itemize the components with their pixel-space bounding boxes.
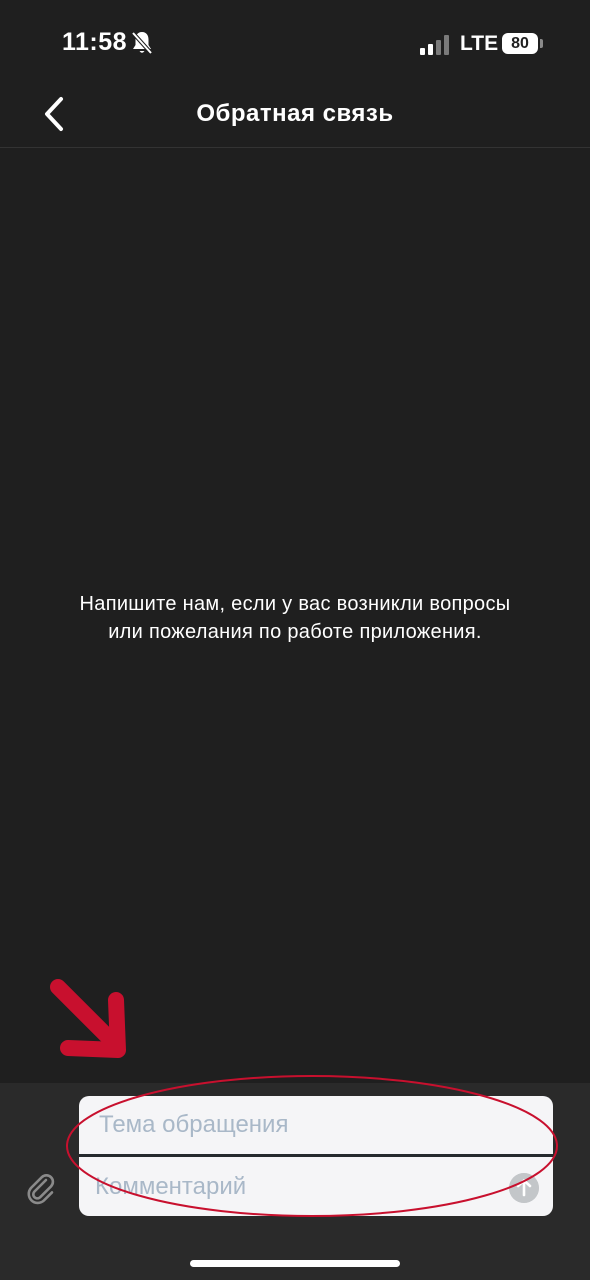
bell-slash-icon xyxy=(131,31,153,55)
empty-state-line-2: или пожелания по работе приложения. xyxy=(108,621,482,643)
subject-field[interactable] xyxy=(79,1096,553,1154)
arrow-up-icon[interactable] xyxy=(509,1173,539,1203)
battery-level: 80 xyxy=(511,35,529,52)
composer-panel xyxy=(0,1083,590,1280)
page-title: Обратная связь xyxy=(196,100,394,127)
signal-icon xyxy=(420,35,449,55)
battery-icon: 80 xyxy=(502,33,538,54)
red-arrow-icon xyxy=(50,979,126,1058)
comment-field[interactable] xyxy=(79,1157,499,1216)
nav-bar: Обратная связь xyxy=(0,80,590,148)
battery-cap xyxy=(540,39,543,48)
status-time: 11:58 xyxy=(62,28,128,56)
network-label: LTE xyxy=(460,32,499,55)
feedback-form-card xyxy=(79,1096,553,1216)
feedback-screen: 11:58 LTE 80 Обратная связь Напишите нам… xyxy=(0,0,590,1280)
empty-state-line-1: Напишите нам, если у вас возникли вопрос… xyxy=(79,593,511,615)
paperclip-icon[interactable] xyxy=(24,1171,60,1207)
empty-state-text: Напишите нам, если у вас возникли вопрос… xyxy=(20,590,570,646)
home-indicator[interactable] xyxy=(190,1260,400,1267)
status-bar: 11:58 LTE 80 xyxy=(0,0,590,88)
